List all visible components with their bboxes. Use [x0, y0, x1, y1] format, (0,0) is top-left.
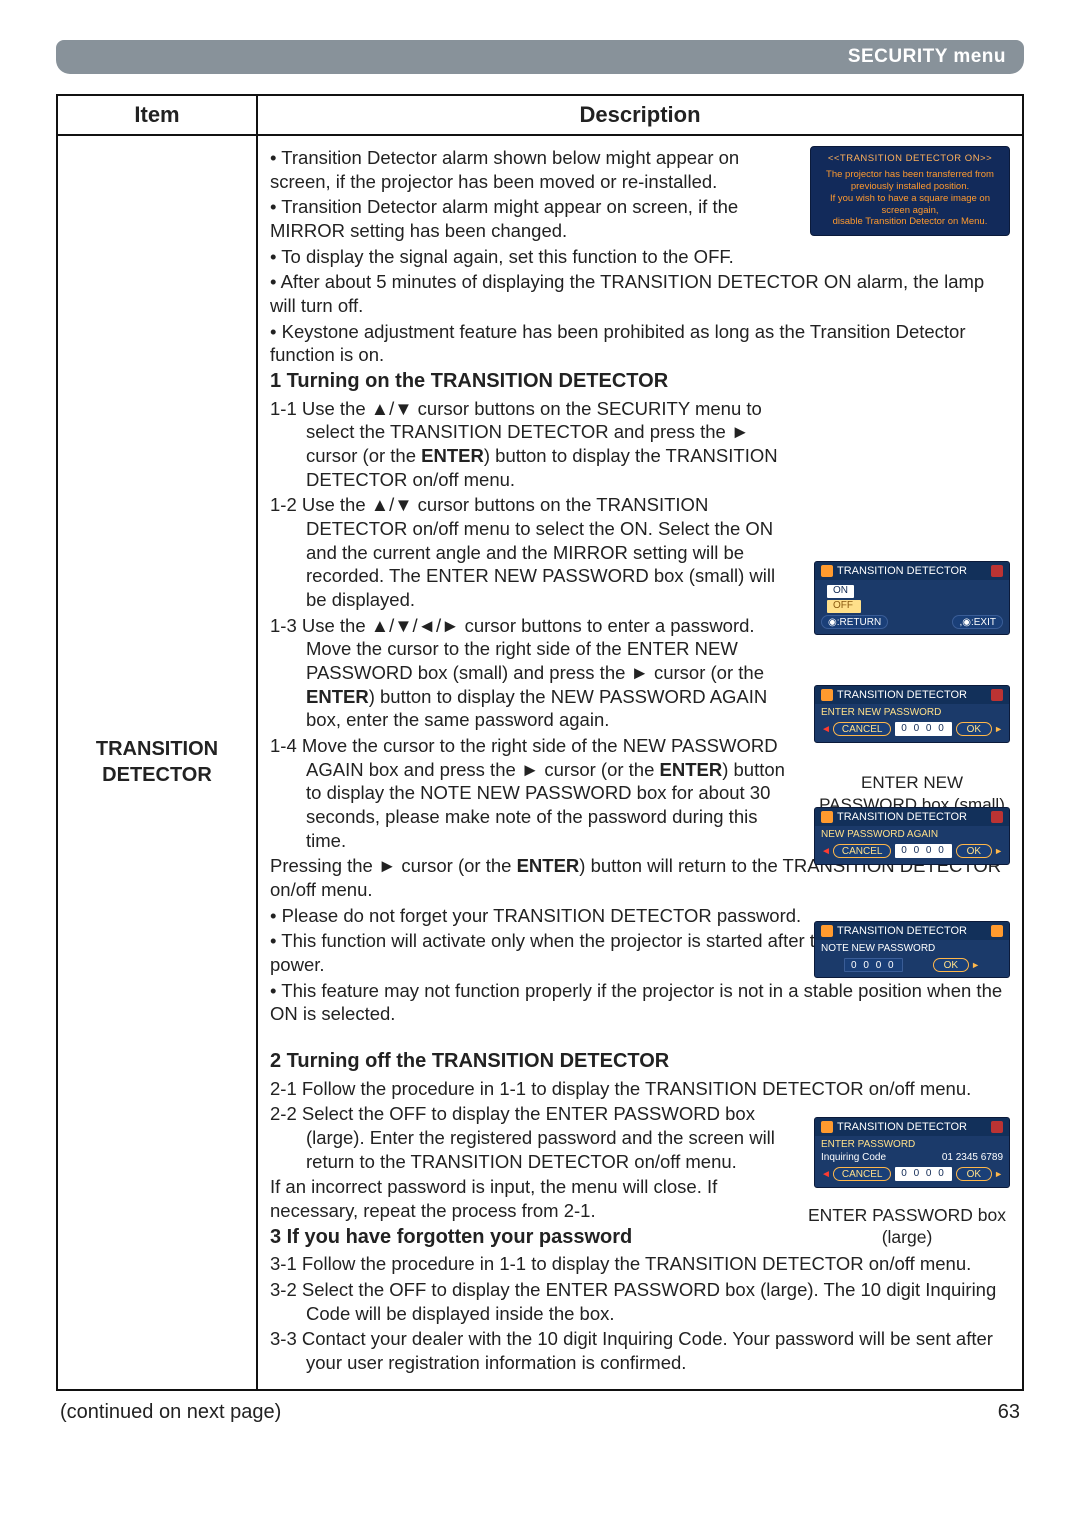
section-1-title: 1 Turning on the TRANSITION DETECTOR — [270, 369, 1010, 395]
alarm-line: disable Transition Detector on Menu. — [819, 216, 1001, 228]
lock-icon — [821, 925, 833, 937]
close-icon — [991, 1121, 1003, 1133]
right-arrow-icon — [992, 1168, 1003, 1180]
osd-ok: OK — [956, 1167, 992, 1181]
osd-code: 0 0 0 0 — [895, 844, 952, 858]
osd-prompt: ENTER PASSWORD — [821, 1139, 1003, 1152]
osd-ok: OK — [956, 844, 992, 858]
osd-cancel: CANCEL — [833, 1167, 892, 1181]
section-2-title: 2 Turning off the TRANSITION DETECTOR — [270, 1049, 1010, 1075]
osd-code: 0 0 0 0 — [895, 1167, 952, 1181]
col-header-item: Item — [58, 96, 258, 134]
osd-prompt: NOTE NEW PASSWORD — [821, 943, 1003, 956]
close-icon — [991, 565, 1003, 577]
menu-title: SECURITY menu — [848, 46, 1006, 68]
content-table: Item Description TRANSITION DETECTOR <<T… — [56, 94, 1024, 1391]
osd-enter-new-screenshot: TRANSITION DETECTOR ENTER NEW PASSWORD ◄… — [814, 685, 1010, 743]
osd-off: OFF — [827, 600, 861, 613]
osd-note-screenshot: TRANSITION DETECTOR NOTE NEW PASSWORD 0 … — [814, 921, 1010, 978]
osd-code: 0 0 0 0 — [844, 958, 903, 972]
osd-inq-label: Inquiring Code — [821, 1152, 886, 1165]
alarm-line: If you wish to have a square image on sc… — [819, 193, 1001, 217]
alarm-line: The projector has been transferred from … — [819, 169, 1001, 193]
item-label: TRANSITION DETECTOR — [58, 136, 258, 1389]
alarm-screenshot: <<TRANSITION DETECTOR ON>> The projector… — [810, 146, 1010, 236]
osd-code: 0 0 0 0 — [895, 722, 952, 736]
lock-icon — [821, 811, 833, 823]
play-icon — [991, 925, 1003, 937]
continued-label: (continued on next page) — [60, 1401, 281, 1424]
lock-icon — [821, 565, 833, 577]
osd-onoff-screenshot: TRANSITION DETECTOR ON OFF ◉:RETURN ,◉:E… — [814, 561, 1010, 635]
osd-return: ◉:RETURN — [821, 615, 888, 629]
table-header-row: Item Description — [58, 96, 1022, 136]
right-arrow-icon — [969, 959, 980, 971]
osd-ok: OK — [956, 722, 992, 736]
step-3-3: 3-3 Contact your dealer with the 10 digi… — [270, 1327, 1010, 1374]
osd-prompt: ENTER NEW PASSWORD — [821, 707, 1003, 720]
close-icon — [991, 811, 1003, 823]
alarm-title: <<TRANSITION DETECTOR ON>> — [819, 153, 1001, 165]
osd-prompt: NEW PASSWORD AGAIN — [821, 829, 1003, 842]
osd-exit: ,◉:EXIT — [952, 615, 1003, 629]
section-1-note: • This feature may not function properly… — [270, 979, 1010, 1026]
step-2-1: 2-1 Follow the procedure in 1-1 to displ… — [270, 1077, 1010, 1101]
section-2: 2 Turning off the TRANSITION DETECTOR TR… — [270, 1049, 1010, 1223]
osd-on: ON — [827, 585, 854, 598]
osd-again-screenshot: TRANSITION DETECTOR NEW PASSWORD AGAIN ◄… — [814, 807, 1010, 865]
step-3-2: 3-2 Select the OFF to display the ENTER … — [270, 1278, 1010, 1325]
intro-text: • After about 5 minutes of displaying th… — [270, 270, 1010, 317]
left-arrow-icon: ◄ — [821, 724, 831, 735]
item-label-text: TRANSITION DETECTOR — [58, 736, 256, 788]
step-3-1: 3-1 Follow the procedure in 1-1 to displ… — [270, 1252, 1010, 1276]
osd-cancel: CANCEL — [833, 844, 892, 858]
right-arrow-icon — [992, 845, 1003, 857]
intro-text: • Keystone adjustment feature has been p… — [270, 320, 1010, 367]
lock-icon — [821, 689, 833, 701]
table-row: TRANSITION DETECTOR <<TRANSITION DETECTO… — [58, 136, 1022, 1389]
intro-text: • To display the signal again, set this … — [270, 245, 1010, 269]
osd-enter-password-screenshot: TRANSITION DETECTOR ENTER PASSWORD Inqui… — [814, 1117, 1010, 1187]
osd-cancel: CANCEL — [833, 722, 892, 736]
page-footer: (continued on next page) 63 — [56, 1401, 1024, 1424]
caption-enter-password-large: ENTER PASSWORD box (large) — [804, 1205, 1010, 1249]
osd-ok: OK — [933, 958, 969, 972]
intro-block: <<TRANSITION DETECTOR ON>> The projector… — [270, 146, 1010, 367]
osd-inq-code: 01 2345 6789 — [942, 1152, 1003, 1165]
header-bar: SECURITY menu — [56, 40, 1024, 74]
left-arrow-icon: ◄ — [821, 846, 831, 857]
lock-icon — [821, 1121, 833, 1133]
col-header-desc: Description — [258, 96, 1022, 134]
left-arrow-icon: ◄ — [821, 1169, 831, 1180]
close-icon — [991, 689, 1003, 701]
page-number: 63 — [998, 1401, 1020, 1424]
right-arrow-icon — [992, 723, 1003, 735]
section-1: 1 Turning on the TRANSITION DETECTOR TRA… — [270, 369, 1010, 1049]
step-1-1: 1-1 Use the ▲/▼ cursor buttons on the SE… — [270, 397, 1010, 492]
